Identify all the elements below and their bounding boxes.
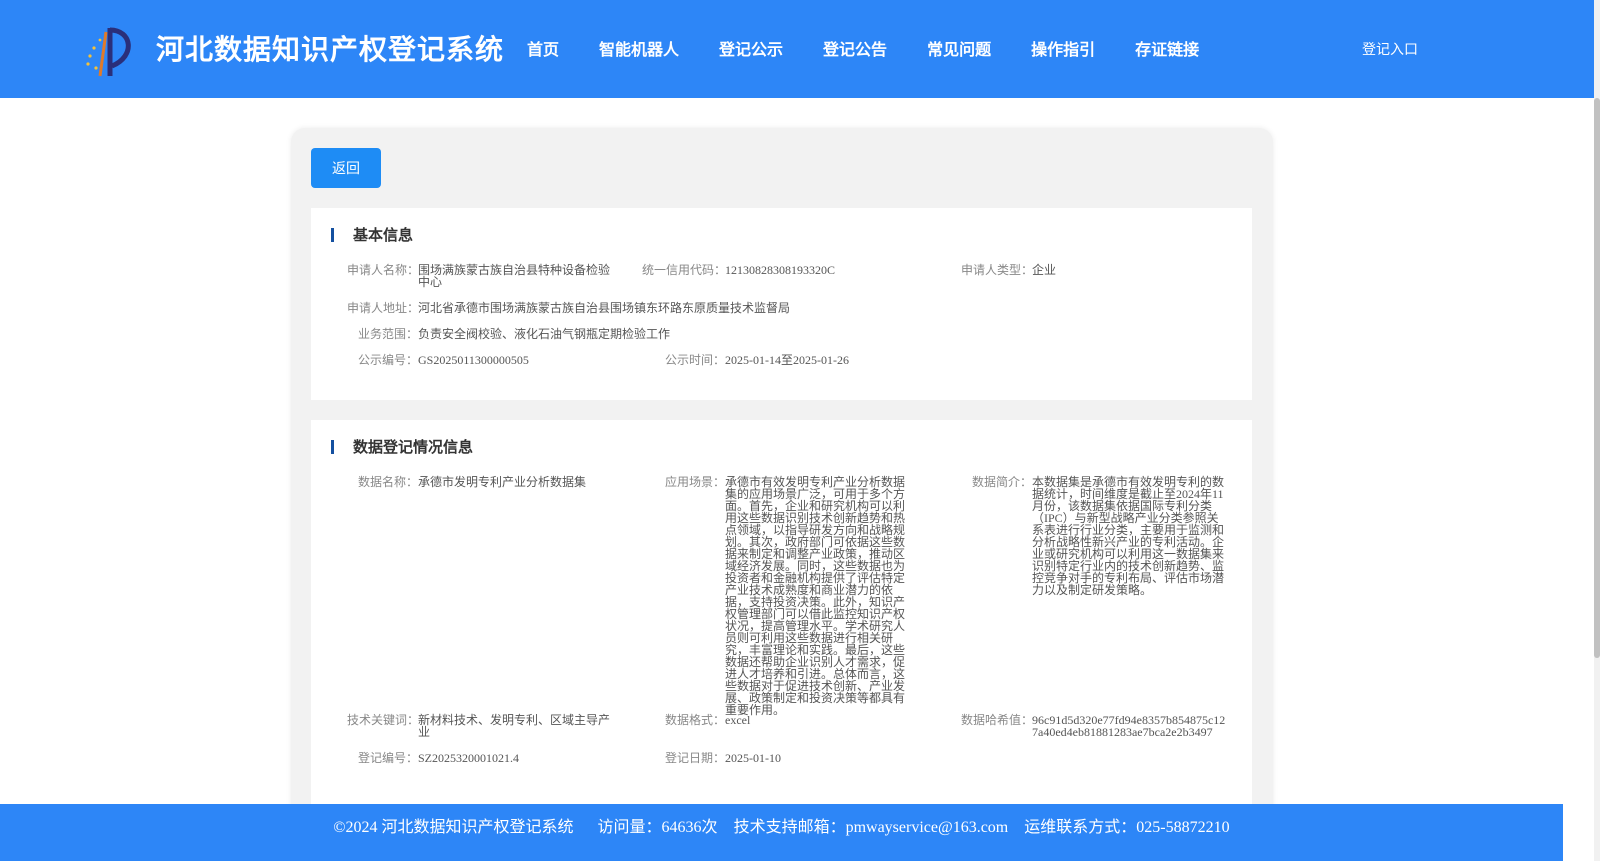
basic-info-card: 基本信息 申请人名称： 围场满族蒙古族自治县特种设备检验中心 统一信用代码： 1… [311, 208, 1252, 400]
data-hash-label: 数据哈希值： [961, 713, 1034, 727]
data-registration-title: 数据登记情况信息 [331, 438, 473, 456]
credit-code-field: 统一信用代码： 12130828308193320C [642, 264, 835, 276]
tech-keywords-label: 技术关键词： [347, 713, 420, 727]
back-button[interactable]: 返回 [311, 148, 381, 188]
site-title[interactable]: 河北数据知识产权登记系统 [156, 28, 504, 68]
page-scrollbar[interactable] [1594, 0, 1600, 861]
applicant-type-value: 企业 [1032, 263, 1057, 277]
footer-visits: 访问量：64636次 [597, 819, 718, 836]
data-name-field: 数据名称： 承德市发明专利产业分析数据集 [347, 476, 610, 488]
registration-date-field: 登记日期： 2025-01-10 [642, 752, 781, 764]
nav-announcement[interactable]: 登记公告 [823, 36, 887, 60]
credit-code-label: 统一信用代码： [642, 263, 727, 277]
applicant-address-label: 申请人地址： [347, 301, 420, 315]
data-registration-card: 数据登记情况信息 数据名称： 承德市发明专利产业分析数据集 应用场景： 承德市有… [311, 420, 1252, 840]
credit-code-value: 12130828308193320C [725, 263, 836, 277]
detail-container: 返回 基本信息 申请人名称： 围场满族蒙古族自治县特种设备检验中心 统一信用代码… [291, 128, 1273, 848]
applicant-address-field: 申请人地址： 河北省承德市围场满族蒙古族自治县围场镇东环路东原质量技术监督局 [347, 302, 790, 314]
application-scene-field: 应用场景： 承德市有效发明专利产业分析数据集的应用场景广泛，可用于多个方面。首先… [642, 476, 915, 716]
data-intro-field: 数据简介： 本数据集是承德市有效发明专利的数据统计，时间维度是截止至2024年1… [961, 476, 1228, 596]
nav-guide[interactable]: 操作指引 [1031, 36, 1095, 60]
main-nav: 首页 智能机器人 登记公示 登记公告 常见问题 操作指引 存证链接 [527, 36, 1239, 60]
publicity-no-value: GS2025011300000505 [418, 353, 529, 367]
publicity-no-label: 公示编号： [357, 353, 418, 367]
nav-faq[interactable]: 常见问题 [927, 36, 991, 60]
basic-info-title: 基本信息 [331, 226, 413, 244]
business-scope-label: 业务范围： [357, 327, 418, 341]
applicant-name-value: 围场满族蒙古族自治县特种设备检验中心 [418, 263, 611, 289]
publicity-time-value: 2025-01-14至2025-01-26 [725, 353, 849, 367]
registration-no-label: 登记编号： [357, 751, 418, 765]
data-hash-value: 96c91d5d320e77fd94e8357b854875c127a40ed4… [1032, 713, 1226, 739]
application-scene-label: 应用场景： [664, 475, 725, 489]
registration-no-field: 登记编号： SZ2025320001021.4 [347, 752, 519, 764]
application-scene-value: 承德市有效发明专利产业分析数据集的应用场景广泛，可用于多个方面。首先，企业和研究… [725, 475, 906, 717]
top-header: 河北数据知识产权登记系统 首页 智能机器人 登记公示 登记公告 常见问题 操作指… [0, 0, 1600, 98]
applicant-address-value: 河北省承德市围场满族蒙古族自治县围场镇东环路东原质量技术监督局 [418, 301, 791, 315]
footer-copyright: ©2024 河北数据知识产权登记系统 [333, 819, 574, 836]
registration-no-value: SZ2025320001021.4 [418, 751, 520, 765]
registration-date-value: 2025-01-10 [725, 751, 781, 765]
data-intro-value: 本数据集是承德市有效发明专利的数据统计，时间维度是截止至2024年11月份，该数… [1032, 475, 1225, 597]
data-hash-field: 数据哈希值： 96c91d5d320e77fd94e8357b854875c12… [961, 714, 1228, 738]
data-name-value: 承德市发明专利产业分析数据集 [418, 475, 587, 489]
registration-date-label: 登记日期： [664, 751, 725, 765]
publicity-time-field: 公示时间： 2025-01-14至2025-01-26 [642, 354, 849, 366]
publicity-time-label: 公示时间： [664, 353, 725, 367]
nav-home[interactable]: 首页 [527, 36, 559, 60]
page-footer: ©2024 河北数据知识产权登记系统 访问量：64636次 技术支持邮箱：pmw… [0, 804, 1563, 861]
applicant-type-field: 申请人类型： 企业 [961, 264, 1056, 276]
applicant-type-label: 申请人类型： [961, 263, 1034, 277]
logo-icon [86, 27, 131, 77]
scrollbar-thumb[interactable] [1594, 98, 1600, 658]
business-scope-field: 业务范围： 负责安全阀校验、液化石油气钢瓶定期检验工作 [347, 328, 670, 340]
nav-evidence-link[interactable]: 存证链接 [1135, 36, 1199, 60]
tech-keywords-field: 技术关键词： 新材料技术、发明专利、区域主导产业 [347, 714, 610, 738]
footer-text: ©2024 河北数据知识产权登记系统 访问量：64636次 技术支持邮箱：pmw… [0, 813, 1563, 837]
nav-robot[interactable]: 智能机器人 [599, 36, 679, 60]
login-entry-link[interactable]: 登记入口 [1362, 39, 1418, 59]
nav-publicity[interactable]: 登记公示 [719, 36, 783, 60]
data-format-value: excel [725, 713, 751, 727]
data-format-label: 数据格式： [664, 713, 725, 727]
business-scope-value: 负责安全阀校验、液化石油气钢瓶定期检验工作 [418, 327, 671, 341]
data-format-field: 数据格式： excel [642, 714, 750, 726]
tech-keywords-value: 新材料技术、发明专利、区域主导产业 [418, 713, 611, 739]
data-intro-label: 数据简介： [971, 475, 1032, 489]
footer-email: 技术支持邮箱：pmwayservice@163.com [733, 819, 1009, 836]
data-name-label: 数据名称： [357, 475, 418, 489]
publicity-no-field: 公示编号： GS2025011300000505 [347, 354, 529, 366]
footer-phone: 运维联系方式：025-58872210 [1024, 819, 1230, 836]
applicant-name-label: 申请人名称： [347, 263, 420, 277]
applicant-name-field: 申请人名称： 围场满族蒙古族自治县特种设备检验中心 [347, 264, 610, 288]
